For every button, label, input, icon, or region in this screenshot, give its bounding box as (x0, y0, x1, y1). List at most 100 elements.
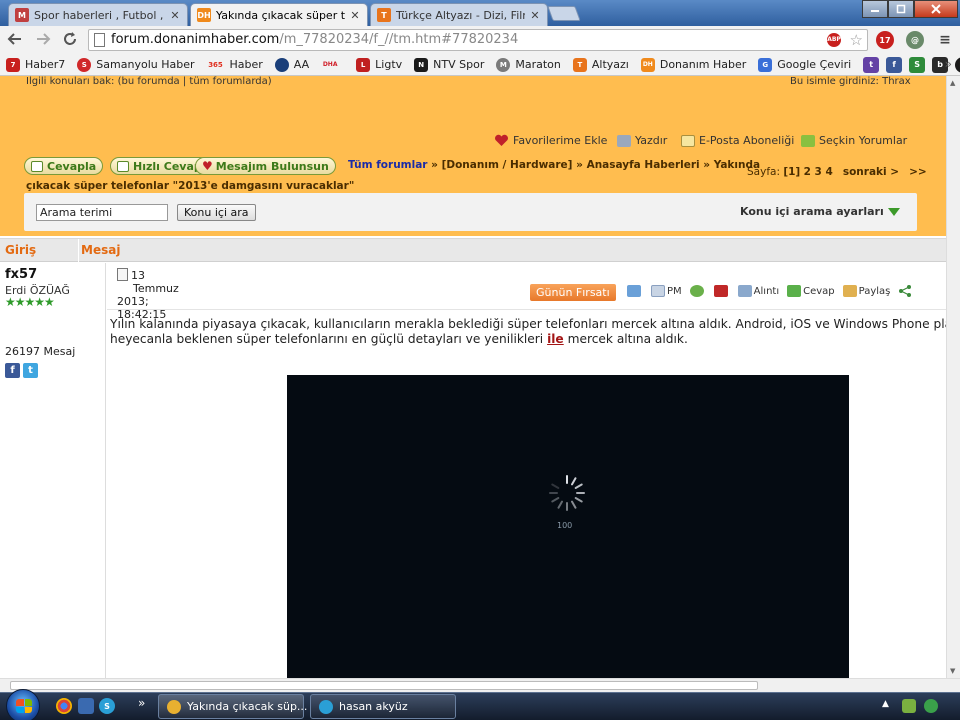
related-topics-links[interactable]: İlgili konuları bak: (bu forumda | tüm f… (26, 76, 272, 87)
back-arrow-icon (7, 33, 21, 45)
post-action-pm[interactable]: PM (651, 285, 682, 297)
topic-search-input[interactable] (36, 204, 168, 221)
tab-altyazi[interactable]: T Türkçe Altyazı - Dizi, Film, ✕ (370, 3, 548, 26)
action-label: E-Posta Aboneliği (699, 134, 795, 147)
post-action-share-network[interactable] (898, 285, 912, 297)
search-settings-link[interactable]: Konu içi arama ayarları (740, 205, 900, 218)
bookmark-ligtv[interactable]: L Ligtv (356, 57, 402, 72)
tab-donanimhaber[interactable]: DH Yakında çıkacak süper tele ✕ (190, 3, 368, 26)
bookmark-label: Haber (229, 58, 263, 71)
pager-pages[interactable]: 2 3 4 (804, 166, 833, 178)
m-icon[interactable]: M (955, 56, 960, 73)
maximize-button[interactable] (888, 0, 914, 18)
bookmark-maraton[interactable]: M Maraton (496, 57, 561, 72)
action-label: Paylaş (858, 285, 891, 297)
bookmark-haber7[interactable]: 7 Haber7 (6, 57, 66, 72)
adblock-icon[interactable]: ABP (827, 33, 841, 47)
keyword-link[interactable]: ile (547, 332, 564, 346)
bookmark-donanimhaber[interactable]: DH Donanım Haber (640, 57, 746, 72)
breadcrumb-all-forums[interactable]: Tüm forumlar (348, 159, 427, 171)
tray-expand-icon[interactable]: ▲ (882, 699, 896, 713)
close-icon[interactable]: ✕ (529, 9, 541, 22)
quicklaunch-overflow[interactable]: » (138, 696, 145, 710)
bookmark-altyazi[interactable]: T Altyazı (572, 57, 629, 72)
find-my-message-button[interactable]: ♥ Mesajım Bulunsun (195, 157, 336, 175)
vertical-scrollbar[interactable]: ▲ ▼ (946, 76, 960, 678)
scroll-up-icon[interactable]: ▲ (950, 79, 955, 87)
reload-button[interactable] (61, 31, 79, 49)
post-text-line: Yılın kalanında piyasaya çıkacak, kullan… (110, 317, 946, 331)
desktop-icon[interactable] (78, 698, 94, 714)
document-icon (117, 268, 128, 281)
favorite-action[interactable]: Favorilerime Ekle (494, 134, 607, 147)
bookmark-label: NTV Spor (433, 58, 485, 71)
taskbar-window-chrome[interactable]: Yakında çıkacak süp... (158, 694, 307, 719)
close-icon[interactable]: ✕ (349, 9, 361, 22)
extension-icon[interactable]: @ (906, 31, 924, 49)
post-action-add-user[interactable] (689, 285, 706, 297)
windows-taskbar: S » Yakında çıkacak süp... hasan akyüz ▲ (0, 689, 960, 720)
bookmark-google-ceviri[interactable]: G Google Çeviri (758, 57, 851, 72)
chrome-icon (167, 699, 181, 714)
topic-title: çıkacak süper telefonlar "2013'e damgası… (26, 180, 355, 192)
forward-button[interactable] (34, 31, 52, 49)
start-button[interactable] (6, 689, 40, 720)
tab-spor-haberleri[interactable]: M Spor haberleri , Futbol , fe ✕ (8, 3, 188, 26)
post-action-quote[interactable]: Alıntı (737, 285, 779, 297)
horizontal-scrollbar[interactable] (0, 678, 960, 692)
close-icon[interactable]: ✕ (169, 9, 181, 22)
horizontal-scroll-thumb[interactable] (10, 681, 758, 690)
facebook-icon[interactable]: f (5, 363, 20, 378)
print-action[interactable]: Yazdır (617, 134, 667, 147)
bookmark-365-haber[interactable]: 365 Haber (207, 58, 263, 72)
taskbar-window-skype[interactable]: hasan akyüz (310, 694, 456, 719)
bookmark-label: Samanyolu Haber (96, 58, 195, 71)
donanimhaber-icon: DH (640, 57, 655, 72)
topic-search-bar: Konu içi ara Konu içi arama ayarları (24, 193, 917, 231)
author-username[interactable]: fx57 (5, 267, 37, 282)
s-icon[interactable]: S (909, 56, 926, 73)
scroll-down-icon[interactable]: ▼ (950, 667, 955, 675)
bookmark-label: Haber7 (25, 58, 66, 71)
pager-last[interactable]: >> (909, 166, 927, 178)
minimize-button[interactable] (862, 0, 888, 18)
chrome-icon[interactable] (56, 698, 72, 714)
altyazi-icon: T (572, 57, 587, 72)
windows-logo-icon (16, 699, 32, 713)
bookmark-star-icon[interactable]: ☆ (850, 30, 863, 50)
haber7-icon: 7 (6, 57, 20, 72)
back-button[interactable] (6, 31, 24, 49)
post-action-share[interactable]: Paylaş (842, 285, 891, 297)
close-icon (931, 4, 941, 14)
bookmarks-overflow[interactable]: » (945, 57, 952, 71)
facebook-icon[interactable]: f (886, 56, 903, 73)
breadcrumb-path[interactable]: » [Donanım / Hardware] » Anasayfa Haberl… (431, 159, 760, 171)
skype-icon[interactable]: S (99, 698, 115, 714)
deal-of-the-day-button[interactable]: Günün Fırsatı (530, 284, 616, 301)
bookmark-aa[interactable]: AA (274, 57, 309, 72)
quick-reply-button[interactable]: Hızlı Cevap (110, 157, 209, 175)
tray-app-icon[interactable] (902, 699, 916, 713)
window-close-button[interactable] (914, 0, 958, 18)
taskbar-window-label: hasan akyüz (339, 700, 408, 713)
tray-update-icon[interactable] (924, 699, 938, 713)
topic-search-button[interactable]: Konu içi ara (177, 204, 256, 221)
bookmark-ntv-spor[interactable]: N NTV Spor (414, 57, 485, 72)
twitch-icon[interactable]: t (863, 56, 880, 73)
new-tab-button[interactable] (547, 6, 581, 21)
twitter-icon[interactable]: t (23, 363, 38, 378)
address-bar[interactable]: forum.donanimhaber.com/m_77820234/f_//tm… (88, 29, 868, 51)
featured-comments-action[interactable]: Seçkin Yorumlar (801, 134, 907, 147)
email-subscribe-action[interactable]: E-Posta Aboneliği (681, 134, 794, 147)
reply-button[interactable]: Cevapla (24, 157, 104, 175)
notification-extension-icon[interactable]: 17 (876, 31, 894, 49)
post-action-message[interactable] (627, 285, 643, 297)
pager-next[interactable]: sonraki > (843, 166, 899, 178)
bookmark-samanyolu[interactable]: S Samanyolu Haber (77, 57, 195, 72)
bookmark-dha[interactable]: DHA (321, 58, 344, 72)
breadcrumb: Tüm forumlar » [Donanım / Hardware] » An… (348, 159, 760, 171)
post-action-reply[interactable]: Cevap (787, 285, 835, 297)
menu-icon[interactable]: ≡ (936, 31, 954, 49)
video-player[interactable]: 100 (287, 375, 849, 678)
post-action-report[interactable] (713, 285, 730, 297)
